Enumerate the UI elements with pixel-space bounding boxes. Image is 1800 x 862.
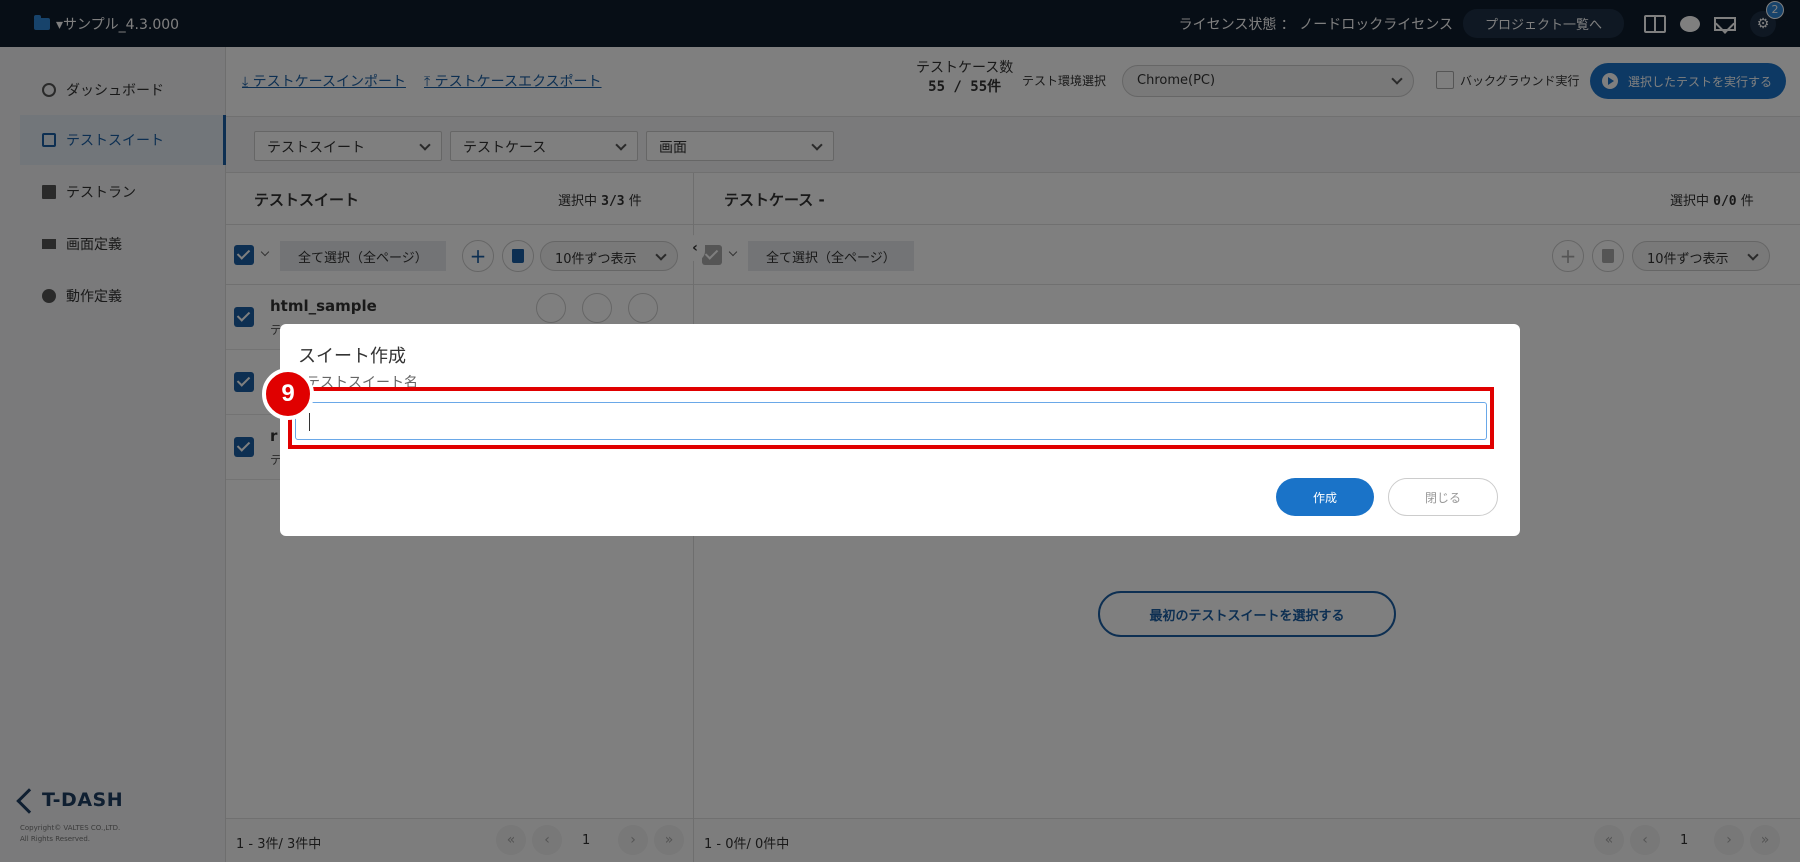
text-cursor bbox=[309, 413, 310, 431]
dialog-title: スイート作成 bbox=[298, 346, 406, 367]
close-button[interactable]: 閉じる bbox=[1388, 478, 1498, 516]
create-button[interactable]: 作成 bbox=[1276, 478, 1374, 516]
suite-name-input[interactable] bbox=[295, 402, 1487, 440]
step-marker: 9 bbox=[262, 368, 314, 420]
create-suite-dialog: スイート作成 テストスイート名 9 作成 閉じる bbox=[262, 324, 1520, 536]
